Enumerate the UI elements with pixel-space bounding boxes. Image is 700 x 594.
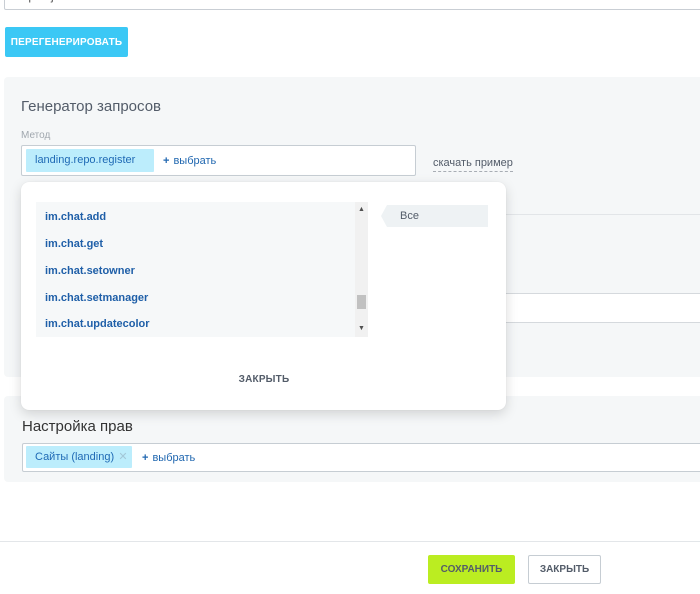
- panel-divider: [505, 214, 700, 215]
- rights-select-link[interactable]: + выбрать: [142, 451, 195, 465]
- popup-close-button[interactable]: ЗАКРЫТЬ: [200, 368, 328, 392]
- close-button[interactable]: ЗАКРЫТЬ: [528, 555, 601, 584]
- plus-icon: +: [163, 155, 170, 167]
- scroll-up-icon[interactable]: ▲: [355, 205, 368, 215]
- scroll-thumb[interactable]: [357, 295, 366, 309]
- list-item[interactable]: im.chat.updatecolor: [45, 318, 150, 330]
- list-item[interactable]: im.chat.add: [45, 211, 106, 223]
- method-list[interactable]: im.chat.add im.chat.get im.chat.setowner…: [36, 202, 368, 337]
- method-select-link[interactable]: + выбрать: [163, 154, 216, 168]
- webhook-url-field[interactable]: https://jamb.bitrix24.ru/rest/29/6bcd699…: [4, 0, 700, 10]
- method-label: Метод: [21, 130, 51, 141]
- tab-all[interactable]: Все: [381, 205, 488, 227]
- list-scrollbar[interactable]: ▲ ▼: [355, 202, 368, 337]
- save-button[interactable]: СОХРАНИТЬ: [428, 555, 515, 584]
- close-icon[interactable]: ✕: [118, 446, 128, 468]
- download-example-link[interactable]: скачать пример: [433, 156, 513, 172]
- rights-select-label: выбрать: [152, 452, 196, 464]
- regenerate-button[interactable]: ПЕРЕГЕНЕРИРОВАТЬ: [5, 27, 128, 57]
- list-item[interactable]: im.chat.get: [45, 238, 103, 250]
- scroll-down-icon[interactable]: ▼: [355, 324, 368, 334]
- list-item[interactable]: im.chat.setowner: [45, 265, 135, 277]
- rights-scope-chip[interactable]: Сайты (landing): [26, 446, 132, 468]
- method-select-label: выбрать: [173, 155, 217, 167]
- request-generator-title: Генератор запросов: [21, 98, 162, 115]
- rights-title: Настройка прав: [22, 418, 133, 435]
- selected-method-chip[interactable]: landing.repo.register: [26, 149, 154, 172]
- parameters-input[interactable]: [505, 293, 700, 323]
- list-item[interactable]: im.chat.setmanager: [45, 292, 148, 304]
- plus-icon: +: [142, 452, 149, 464]
